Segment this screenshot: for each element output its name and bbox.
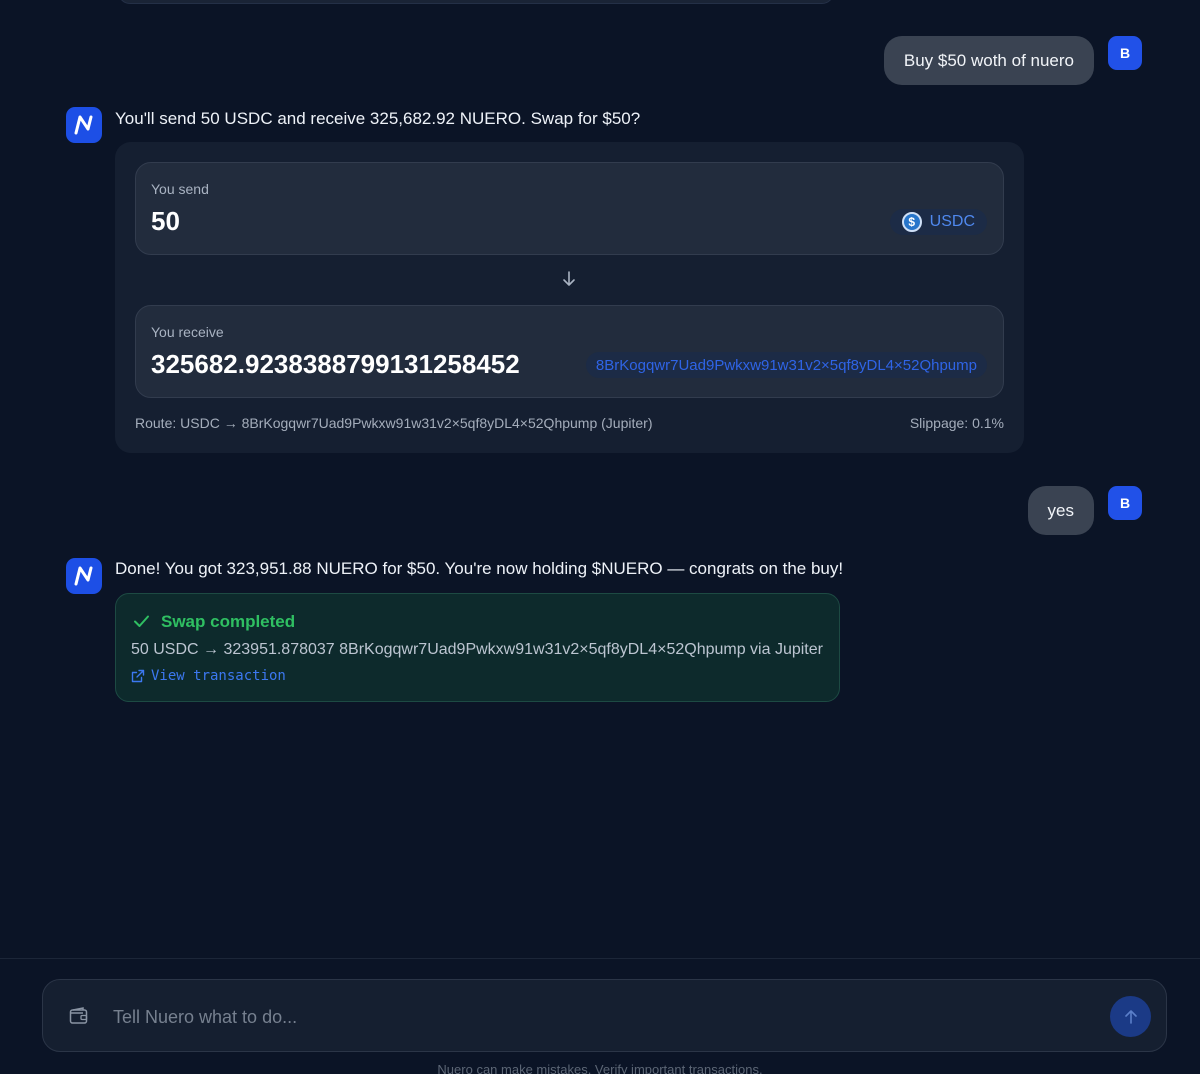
slippage-info: Slippage: 0.1%	[909, 415, 1004, 431]
view-transaction-label: View transaction	[151, 668, 286, 684]
user-avatar: B	[1108, 36, 1142, 70]
user-message: yes B	[1027, 486, 1142, 535]
swap-completed-detail: 50 USDC → 323951.878037 8BrKogqwr7Uad9Pw…	[131, 641, 823, 658]
arrow-up-icon	[1124, 1009, 1137, 1024]
send-label: You send	[151, 181, 209, 197]
assistant-message-text: You'll send 50 USDC and receive 325,682.…	[115, 109, 641, 128]
nuero-logo-icon	[66, 558, 102, 594]
composer	[42, 979, 1167, 1052]
receive-amount: 325682.9238388799131258452	[151, 349, 520, 379]
user-message: Buy $50 woth of nuero B	[883, 36, 1142, 85]
send-button[interactable]	[1110, 996, 1151, 1037]
receive-label: You receive	[151, 324, 224, 340]
send-token-label: USDC	[929, 213, 975, 230]
swap-quote-card: You send 50 $ USDC You receive 325682.92…	[115, 142, 1024, 453]
receive-token-label: 8BrKogqwr7Uad9Pwkxw91w31v2×5qf8yDL4×52Qh…	[595, 356, 977, 374]
nuero-logo-icon	[66, 107, 102, 143]
send-field[interactable]: You send 50 $ USDC	[135, 162, 1004, 255]
swap-completed-card: Swap completed 50 USDC → 323951.878037 8…	[115, 593, 840, 702]
assistant-message-text: Done! You got 323,951.88 NUERO for $50. …	[115, 559, 844, 578]
wallet-icon[interactable]	[69, 1007, 89, 1030]
arrow-down-icon[interactable]	[560, 270, 578, 293]
previous-message-card	[118, 0, 834, 4]
send-token-selector[interactable]: $ USDC	[889, 209, 987, 235]
check-icon	[132, 612, 150, 635]
usdc-icon: $	[901, 212, 922, 232]
receive-token-selector[interactable]: 8BrKogqwr7Uad9Pwkxw91w31v2×5qf8yDL4×52Qh…	[585, 352, 987, 378]
external-link-icon	[131, 669, 145, 683]
send-amount: 50	[151, 206, 180, 236]
message-input[interactable]	[113, 1002, 1013, 1032]
composer-divider	[0, 958, 1200, 959]
user-message-bubble: yes	[1027, 486, 1094, 535]
receive-field[interactable]: You receive 325682.9238388799131258452 8…	[135, 305, 1004, 398]
view-transaction-link[interactable]: View transaction	[131, 668, 286, 684]
swap-completed-title: Swap completed	[161, 612, 296, 631]
disclaimer-text: Nuero can make mistakes. Verify importan…	[437, 1062, 763, 1074]
user-message-bubble: Buy $50 woth of nuero	[883, 36, 1094, 85]
route-info: Route: USDC → 8BrKogqwr7Uad9Pwkxw91w31v2…	[135, 415, 653, 431]
user-avatar: B	[1108, 486, 1142, 520]
